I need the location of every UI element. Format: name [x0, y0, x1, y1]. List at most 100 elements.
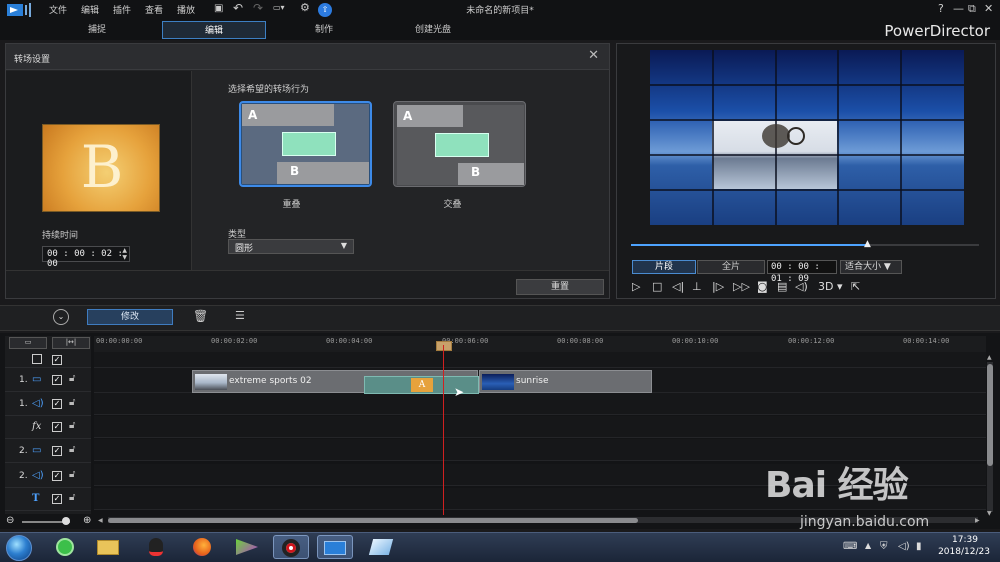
- zoom-slider-handle[interactable]: [62, 517, 70, 525]
- taskbar-app-icon[interactable]: [363, 535, 399, 559]
- taskbar-media-icon[interactable]: [229, 535, 265, 559]
- video-clip[interactable]: sunrise: [479, 370, 652, 393]
- video-track-icon: ▭: [32, 445, 42, 456]
- tray-expand-icon[interactable]: ▲: [865, 541, 871, 550]
- restore-button[interactable]: ⧉: [968, 2, 976, 16]
- lock-icon[interactable]: 🔓︎: [69, 469, 75, 480]
- tab-capture[interactable]: 捕捉: [45, 21, 149, 39]
- scroll-down-icon[interactable]: ▼: [987, 510, 992, 517]
- modify-button[interactable]: 修改: [87, 309, 173, 325]
- track-manager-icon[interactable]: ▭: [9, 337, 47, 349]
- track-enable-checkbox[interactable]: ✓: [52, 471, 62, 481]
- undock-icon[interactable]: ⇱: [851, 280, 860, 293]
- fit-size-select[interactable]: 适合大小 ▼: [840, 260, 902, 274]
- track-header-fx: fx ✓ 🔓︎: [5, 417, 91, 439]
- lock-icon[interactable]: 🔓︎: [69, 420, 75, 431]
- behavior-overlap-caption: 重叠: [282, 200, 301, 210]
- tick-label: 00:00:14:00: [903, 337, 950, 345]
- taskbar-recorder-icon[interactable]: [273, 535, 309, 559]
- duration-spinner-icon[interactable]: ▲ ▼: [122, 247, 127, 261]
- scroll-left-icon[interactable]: ◀: [98, 517, 103, 524]
- minimize-button[interactable]: —: [953, 2, 964, 15]
- reset-button[interactable]: 重置: [516, 279, 604, 295]
- transition-settings-panel: 转场设置 ✕ B 持续时间 00 : 00 : 02 : 00 ▲ ▼ 选择希望的…: [5, 43, 610, 299]
- tab-produce[interactable]: 制作: [272, 21, 376, 39]
- audio-track-icon: ◁): [32, 470, 44, 481]
- clip-mode-button[interactable]: 片段: [632, 260, 696, 274]
- volume-icon[interactable]: ◁): [795, 280, 808, 293]
- panel-header: 转场设置 ✕: [6, 44, 609, 70]
- master-select-icon[interactable]: [32, 354, 42, 364]
- clock-date[interactable]: 2018/12/23: [934, 547, 994, 557]
- video-preview-frame: [650, 50, 964, 225]
- track-enable-checkbox[interactable]: ✓: [52, 422, 62, 432]
- track-enable-checkbox[interactable]: ✓: [52, 375, 62, 385]
- tray-volume-icon[interactable]: ◁): [898, 541, 910, 552]
- type-select[interactable]: 圆形 ▼: [228, 239, 354, 254]
- properties-icon[interactable]: ☰: [235, 309, 245, 322]
- master-enable-checkbox[interactable]: ✓: [52, 355, 62, 365]
- transition-grid-overlay: [650, 50, 964, 225]
- close-icon[interactable]: ✕: [588, 48, 599, 63]
- 3d-toggle[interactable]: 3D ▾: [818, 280, 843, 293]
- taskbar-explorer-icon[interactable]: [90, 535, 126, 559]
- previous-frame-icon[interactable]: ◁|: [672, 280, 684, 293]
- tab-create-disc[interactable]: 创建光盘: [381, 21, 485, 39]
- close-window-button[interactable]: ✕: [984, 2, 993, 15]
- trash-icon[interactable]: 🗑: [193, 309, 208, 323]
- scrub-handle[interactable]: ▲: [864, 239, 871, 249]
- track-enable-checkbox[interactable]: ✓: [52, 494, 62, 504]
- stop-icon[interactable]: □: [652, 280, 662, 293]
- vertical-scrollbar-thumb[interactable]: [987, 364, 993, 466]
- taskbar-powerdirector-icon[interactable]: [317, 535, 353, 559]
- behavior-overlap-card[interactable]: A B: [239, 101, 372, 187]
- tray-security-icon[interactable]: ⛨: [880, 541, 888, 552]
- tick-label: 00:00:04:00: [326, 337, 373, 345]
- lock-icon[interactable]: 🔓︎: [69, 444, 75, 455]
- tray-network-icon[interactable]: ▮: [916, 541, 922, 552]
- taskbar-qq-icon[interactable]: [138, 535, 174, 559]
- behavior-cross-caption: 交叠: [443, 200, 462, 210]
- mouse-cursor-icon: ➤: [454, 385, 465, 399]
- snapshot-icon[interactable]: ◙: [757, 280, 768, 293]
- clip-name: sunrise: [516, 376, 549, 386]
- start-button-icon[interactable]: [6, 535, 32, 561]
- track-row-master: [94, 352, 986, 368]
- title-track-icon: T: [32, 493, 40, 504]
- zoom-out-icon[interactable]: ⊖: [6, 515, 14, 526]
- track-enable-checkbox[interactable]: ✓: [52, 399, 62, 409]
- tick-label: 00:00:08:00: [557, 337, 604, 345]
- track-row-fx[interactable]: [94, 416, 986, 438]
- fast-forward-icon[interactable]: ▷▷: [733, 280, 750, 293]
- tab-edit[interactable]: 编辑: [162, 21, 266, 39]
- scroll-up-icon[interactable]: ▲: [987, 354, 992, 361]
- clock-time[interactable]: 17:39: [940, 535, 990, 545]
- lock-icon[interactable]: 🔓︎: [69, 397, 75, 408]
- track-enable-checkbox[interactable]: ✓: [52, 446, 62, 456]
- cross-a-label: A: [403, 109, 413, 123]
- track-row-audio-1[interactable]: [94, 393, 986, 415]
- scroll-right-icon[interactable]: ▶: [975, 517, 980, 524]
- step-icon[interactable]: ⊥: [692, 280, 702, 293]
- fit-timeline-icon[interactable]: |↔|: [52, 337, 90, 349]
- tray-keyboard-icon[interactable]: ⌨: [843, 541, 857, 552]
- lock-icon[interactable]: 🔓︎: [69, 373, 75, 384]
- duration-label: 持续时间: [42, 231, 79, 241]
- zoom-in-icon[interactable]: ⊕: [83, 515, 91, 526]
- help-button[interactable]: ?: [938, 2, 944, 15]
- taskbar-360-icon[interactable]: [47, 535, 83, 559]
- taskbar-firefox-icon[interactable]: [184, 535, 220, 559]
- movie-mode-button[interactable]: 全片: [697, 260, 765, 274]
- chevron-down-icon[interactable]: ⌄: [53, 309, 69, 325]
- subtitle-icon[interactable]: ▤: [777, 280, 787, 293]
- timecode-display[interactable]: 00 : 00 : 01 : 09: [767, 260, 837, 284]
- playhead-handle[interactable]: [436, 341, 452, 351]
- behavior-cross-card[interactable]: A B: [393, 101, 526, 187]
- duration-value: 00 : 00 : 02 : 00: [47, 249, 123, 269]
- duration-input[interactable]: 00 : 00 : 02 : 00 ▲ ▼: [42, 246, 130, 269]
- clip-thumbnail: [482, 374, 514, 390]
- lock-icon[interactable]: 🔓︎: [69, 492, 75, 503]
- horizontal-scrollbar-thumb[interactable]: [108, 518, 638, 523]
- play-icon[interactable]: ▷: [632, 280, 640, 293]
- next-frame-icon[interactable]: |▷: [712, 280, 724, 293]
